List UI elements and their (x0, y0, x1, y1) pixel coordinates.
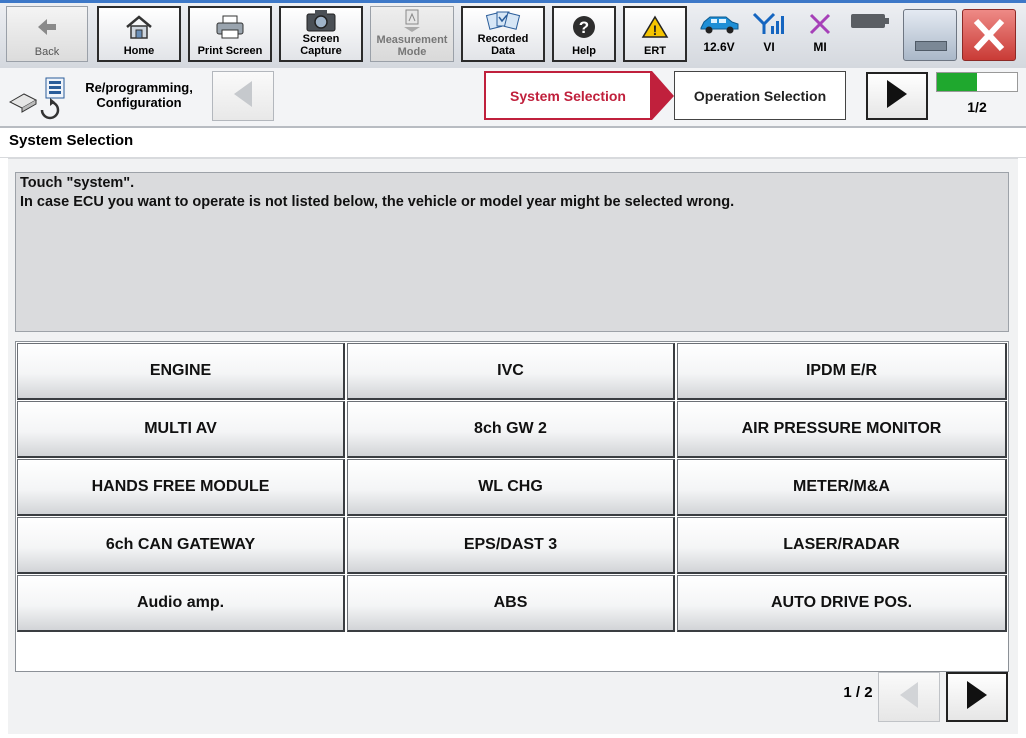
svg-text:?: ? (579, 18, 589, 37)
system-button[interactable]: ABS (347, 575, 675, 632)
system-button[interactable]: LASER/RADAR (677, 517, 1007, 574)
instruction-line-2: In case ECU you want to operate is not l… (20, 194, 735, 210)
print-screen-button[interactable]: Print Screen (188, 6, 272, 62)
system-button[interactable]: HANDS FREE MODULE (17, 459, 345, 516)
minimize-button[interactable] (903, 9, 957, 61)
close-button[interactable] (962, 9, 1016, 61)
instruction-line-1: Touch "system". (20, 175, 135, 191)
system-button[interactable]: AIR PRESSURE MONITOR (677, 401, 1007, 458)
battery-icon (850, 12, 890, 33)
system-button[interactable]: IVC (347, 343, 675, 400)
recorded-data-icon (485, 8, 521, 33)
warning-icon: ! (641, 8, 669, 45)
ert-button[interactable]: ! ERT (623, 6, 687, 62)
measurement-mode-button[interactable]: Measurement Mode (370, 6, 454, 62)
system-button[interactable]: AUTO DRIVE POS. (677, 575, 1007, 632)
next-step-button[interactable] (866, 72, 928, 120)
left-arrow-icon (898, 680, 920, 715)
step-page-indicator: 1/2 (967, 99, 987, 115)
printer-icon (215, 8, 245, 45)
recorded-data-button[interactable]: Recorded Data (461, 6, 545, 62)
system-button[interactable]: WL CHG (347, 459, 675, 516)
title-strip (0, 0, 1026, 3)
system-button[interactable]: 6ch CAN GATEWAY (17, 517, 345, 574)
navigation-bar: Re/programming, Configuration System Sel… (0, 68, 1026, 128)
next-page-button[interactable] (946, 672, 1008, 722)
camera-icon (305, 8, 337, 33)
close-icon (971, 16, 1007, 59)
battery-status (848, 8, 892, 58)
system-button[interactable]: METER/M&A (677, 459, 1007, 516)
system-button[interactable]: ENGINE (17, 343, 345, 400)
progress-fill (937, 73, 977, 91)
breadcrumb-arrow-icon (652, 71, 674, 120)
help-button[interactable]: ? Help (552, 6, 616, 62)
home-button[interactable]: Home (97, 6, 181, 62)
vi-status: VI (747, 8, 791, 58)
breadcrumb-operation-selection: Operation Selection (674, 71, 846, 120)
system-button[interactable]: Audio amp. (17, 575, 345, 632)
back-button[interactable]: Back (6, 6, 88, 62)
previous-page-button[interactable] (878, 672, 940, 722)
system-button[interactable]: IPDM E/R (677, 343, 1007, 400)
svg-text:!: ! (653, 22, 658, 38)
previous-step-button[interactable] (212, 71, 274, 121)
home-icon (125, 8, 153, 45)
measurement-icon (401, 7, 423, 34)
page-indicator: 1 / 2 (843, 684, 873, 701)
help-icon: ? (571, 8, 597, 45)
back-arrow-icon (36, 7, 58, 46)
screen-capture-button[interactable]: Screen Capture (279, 6, 363, 62)
battery-voltage-status: 12.6V (697, 8, 741, 58)
signal-icon (751, 8, 787, 40)
mi-status: MI (798, 8, 842, 58)
left-arrow-icon (232, 79, 254, 114)
right-arrow-icon (885, 78, 909, 115)
page-title: System Selection (0, 128, 1026, 158)
system-button[interactable]: EPS/DAST 3 (347, 517, 675, 574)
mode-label: Re/programming, Configuration (85, 80, 193, 110)
top-toolbar: Back Home Print Screen Screen Capture Me… (0, 0, 1026, 69)
step-progress-bar (936, 72, 1018, 92)
minimize-icon (915, 41, 947, 51)
system-button[interactable]: MULTI AV (17, 401, 345, 458)
car-icon (698, 8, 740, 40)
right-arrow-icon (965, 679, 989, 716)
system-button[interactable]: 8ch GW 2 (347, 401, 675, 458)
instruction-box: Touch "system". In case ECU you want to … (15, 172, 1009, 332)
breadcrumb-system-selection: System Selection (484, 71, 652, 120)
disconnected-x-icon (808, 8, 832, 40)
reprogramming-icon (6, 74, 68, 125)
